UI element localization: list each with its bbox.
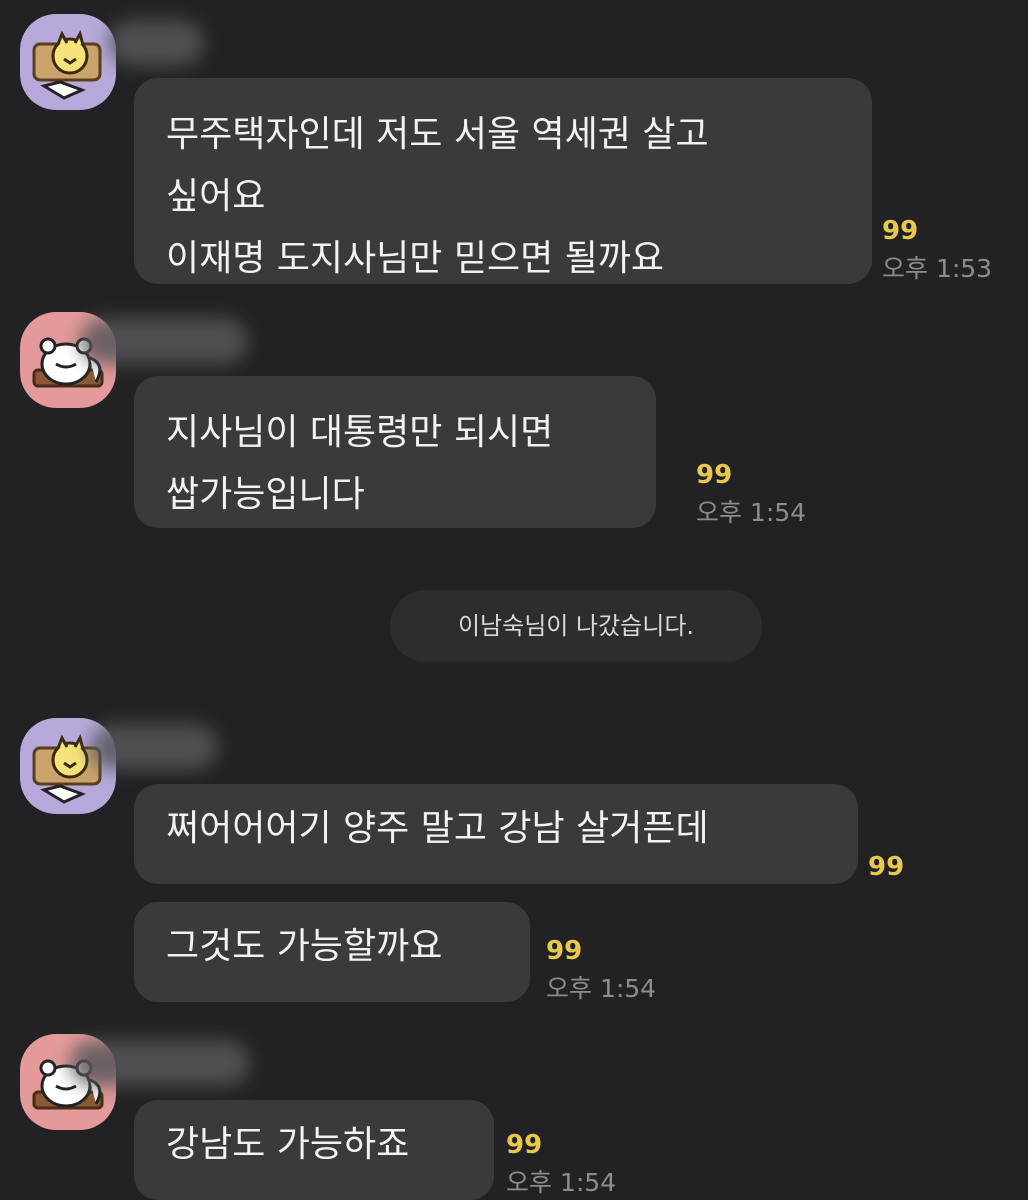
sender-name-blurred <box>70 1040 250 1086</box>
sender-name-blurred <box>80 318 248 364</box>
unread-count: 99 <box>696 460 733 490</box>
sender-name-blurred <box>90 724 218 770</box>
message-time: 오후 1:53 <box>882 254 993 283</box>
message-text: 쩌어어어기 양주 말고 강남 살거픈데 <box>166 808 709 849</box>
cat-character-icon <box>32 30 102 100</box>
unread-count: 99 <box>882 216 919 246</box>
message-text: 쌉가능입니다 <box>166 474 365 515</box>
message-text: 지사님이 대통령만 되시면 <box>166 412 554 453</box>
system-notice: 이남숙님이 나갔습니다. <box>390 590 762 662</box>
sender-name-blurred <box>108 20 204 66</box>
message-bubble[interactable]: 그것도 가능할까요 <box>134 902 530 1002</box>
message-bubble[interactable]: 강남도 가능하죠 <box>134 1100 494 1200</box>
unread-count: 99 <box>506 1130 543 1160</box>
sender-avatar[interactable] <box>20 14 116 110</box>
unread-count: 99 <box>546 936 583 966</box>
message-text: 무주택자인데 저도 서울 역세권 살고 <box>166 114 709 155</box>
message-time: 오후 1:54 <box>696 498 807 527</box>
unread-count: 99 <box>868 852 905 882</box>
message-time: 오후 1:54 <box>506 1168 617 1197</box>
message-time: 오후 1:54 <box>546 974 657 1003</box>
message-text: 강남도 가능하죠 <box>166 1124 410 1165</box>
message-bubble[interactable]: 지사님이 대통령만 되시면 쌉가능입니다 <box>134 376 656 528</box>
message-text: 싶어요 <box>166 176 266 217</box>
chat-room: 무주택자인데 저도 서울 역세권 살고 싶어요 이재명 도지사님만 믿으면 될까… <box>0 0 1028 1200</box>
message-bubble[interactable]: 쩌어어어기 양주 말고 강남 살거픈데 <box>134 784 858 884</box>
message-text: 이재명 도지사님만 믿으면 될까요 <box>166 238 665 279</box>
message-text: 그것도 가능할까요 <box>166 926 443 967</box>
message-bubble[interactable]: 무주택자인데 저도 서울 역세권 살고 싶어요 이재명 도지사님만 믿으면 될까… <box>134 78 872 284</box>
